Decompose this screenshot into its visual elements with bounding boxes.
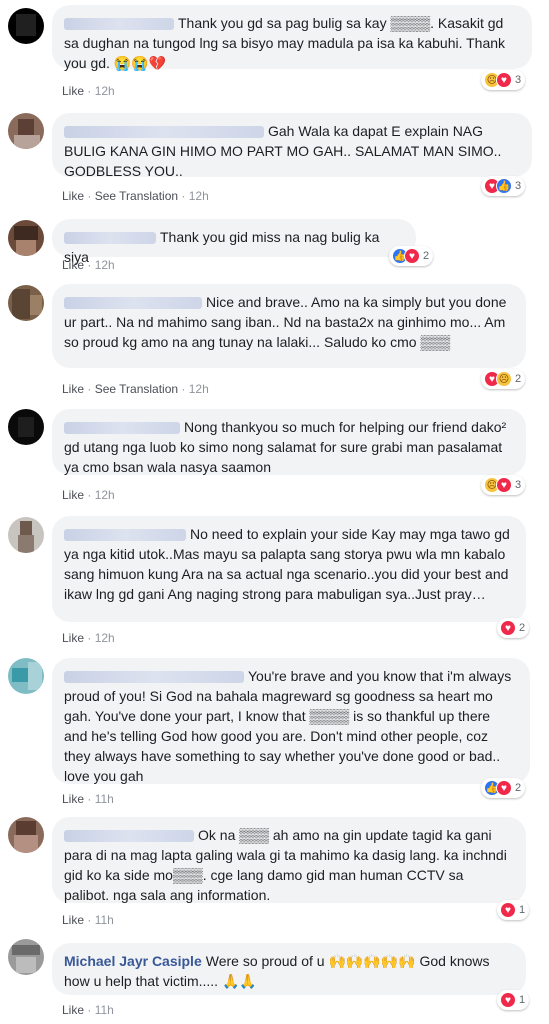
love-icon: ♥ <box>496 780 512 796</box>
timestamp[interactable]: 12h <box>95 84 115 98</box>
avatar[interactable] <box>8 817 44 853</box>
sad-icon: ☹ <box>496 371 512 387</box>
comment-bubble: Michael Jayr Casiple Were so proud of u 🙌… <box>52 943 526 995</box>
like-link[interactable]: Like <box>62 258 84 272</box>
comment-meta: Like · See Translation · 12h <box>62 382 209 396</box>
see-translation-link[interactable]: See Translation <box>95 382 178 396</box>
avatar[interactable] <box>8 409 44 445</box>
comment-bubble: Thank you gd sa pag bulig sa kay ▒▒▒▒. K… <box>52 5 532 71</box>
like-link[interactable]: Like <box>62 792 84 806</box>
comment-meta: Like · 12h <box>62 631 115 645</box>
blurred-name[interactable] <box>64 830 194 843</box>
commenter-name[interactable]: Michael Jayr Casiple <box>64 953 202 969</box>
love-icon: ♥ <box>500 902 516 918</box>
timestamp[interactable]: 11h <box>95 1003 114 1017</box>
reaction-summary[interactable]: ♥ 👍 3 <box>481 176 526 196</box>
avatar[interactable] <box>8 658 44 694</box>
comment-bubble: Gah Wala ka dapat E explain NAG BULIG KA… <box>52 113 532 179</box>
comment-bubble: Nong thankyou so much for helping our fr… <box>52 409 526 475</box>
like-link[interactable]: Like <box>62 913 84 927</box>
timestamp[interactable]: 12h <box>95 488 115 502</box>
like-link[interactable]: Like <box>62 382 84 396</box>
timestamp[interactable]: 11h <box>95 792 114 806</box>
comment-meta: Like · 12h <box>62 258 115 272</box>
reaction-summary[interactable]: ☹ ♥ 3 <box>481 475 526 495</box>
reaction-summary[interactable]: 👍 ♥ 2 <box>389 246 434 266</box>
reaction-summary[interactable]: ♥ ☹ 2 <box>481 369 526 389</box>
love-icon: ♥ <box>496 72 512 88</box>
timestamp[interactable]: 11h <box>95 913 114 927</box>
timestamp[interactable]: 12h <box>95 258 115 272</box>
like-link[interactable]: Like <box>62 631 84 645</box>
blurred-name[interactable] <box>64 18 174 31</box>
comment-bubble: Ok na ▒▒▒ ah amo na gin update tagid ka … <box>52 817 526 903</box>
avatar[interactable] <box>8 517 44 553</box>
comment-meta: Like · 12h <box>62 84 115 98</box>
comment-meta: Like · See Translation · 12h <box>62 189 209 203</box>
comment-bubble: You're brave and you know that i'm alway… <box>52 658 530 784</box>
like-link[interactable]: Like <box>62 488 84 502</box>
avatar[interactable] <box>8 939 44 975</box>
like-link[interactable]: Like <box>62 84 84 98</box>
like-link[interactable]: Like <box>62 1003 84 1017</box>
reaction-summary[interactable]: ☹ ♥ 3 <box>481 70 526 90</box>
comment-bubble: Thank you gid miss na nag bulig ka siya <box>52 219 416 265</box>
love-icon: ♥ <box>500 620 516 636</box>
avatar[interactable] <box>8 113 44 149</box>
blurred-name[interactable] <box>64 297 202 310</box>
love-icon: ♥ <box>404 248 420 264</box>
see-translation-link[interactable]: See Translation <box>95 189 178 203</box>
reaction-summary[interactable]: ♥ 2 <box>497 618 530 638</box>
timestamp[interactable]: 12h <box>95 631 115 645</box>
comment-meta: Like · 11h <box>62 792 114 806</box>
comment-meta: Like · 11h <box>62 1003 114 1017</box>
comment-bubble: Nice and brave.. Amo na ka simply but yo… <box>52 284 526 368</box>
like-icon: 👍 <box>496 178 512 194</box>
comment-bubble: No need to explain your side Kay may mga… <box>52 516 526 622</box>
reaction-summary[interactable]: ♥ 1 <box>497 990 530 1010</box>
comment-meta: Like · 12h <box>62 488 115 502</box>
blurred-name[interactable] <box>64 422 180 435</box>
blurred-name[interactable] <box>64 529 186 542</box>
timestamp[interactable]: 12h <box>189 189 209 203</box>
love-icon: ♥ <box>500 992 516 1008</box>
blurred-name[interactable] <box>64 126 264 139</box>
avatar[interactable] <box>8 220 44 256</box>
love-icon: ♥ <box>496 477 512 493</box>
reaction-summary[interactable]: ♥ 1 <box>497 900 530 920</box>
blurred-name[interactable] <box>64 671 244 684</box>
timestamp[interactable]: 12h <box>189 382 209 396</box>
avatar[interactable] <box>8 8 44 44</box>
avatar[interactable] <box>8 285 44 321</box>
like-link[interactable]: Like <box>62 189 84 203</box>
comment-meta: Like · 11h <box>62 913 114 927</box>
reaction-summary[interactable]: 👍 ♥ 2 <box>481 778 526 798</box>
comment-text: You're brave and you know that i'm alway… <box>64 668 512 784</box>
blurred-name[interactable] <box>64 232 156 245</box>
